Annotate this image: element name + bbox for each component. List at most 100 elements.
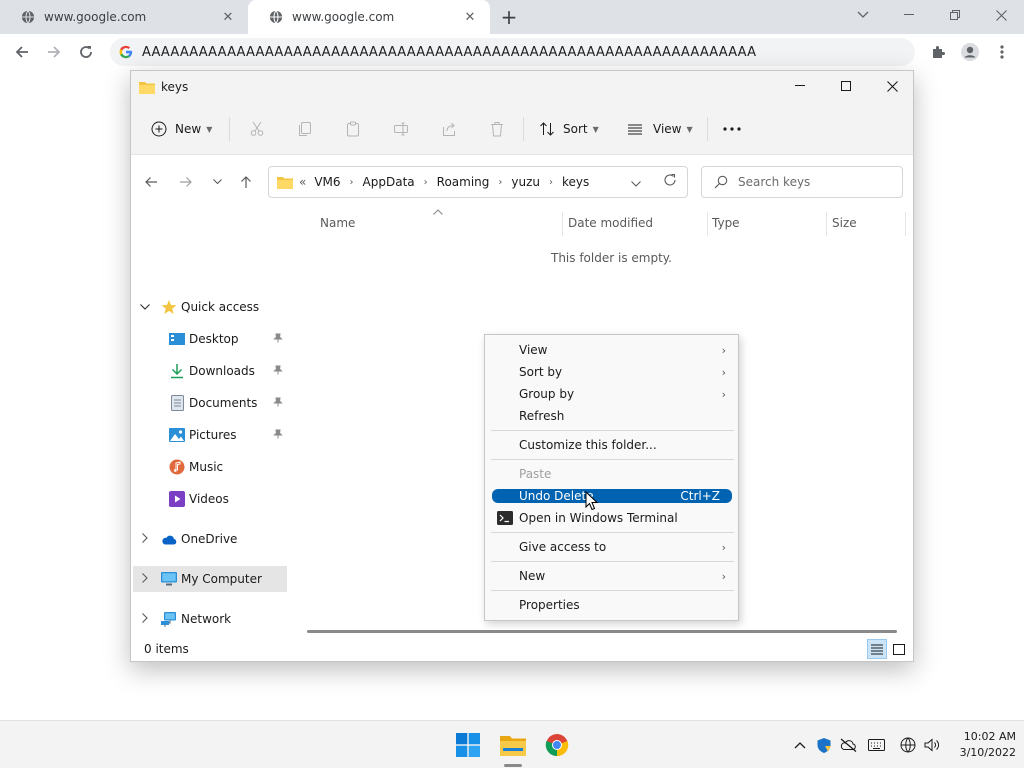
sidebar-item-documents[interactable]: Documents bbox=[131, 390, 291, 416]
keyboard-icon[interactable] bbox=[867, 736, 885, 754]
details-view-icon[interactable] bbox=[867, 639, 887, 659]
column-header-size[interactable]: Size bbox=[832, 216, 857, 230]
cloud-offline-icon[interactable] bbox=[839, 736, 857, 754]
cut-icon[interactable] bbox=[249, 115, 265, 143]
new-tab-button[interactable]: + bbox=[498, 5, 520, 29]
sidebar-item-desktop[interactable]: Desktop bbox=[131, 326, 291, 352]
column-header-type[interactable]: Type bbox=[712, 216, 740, 230]
forward-arrow-icon[interactable] bbox=[41, 39, 67, 65]
menu-item-view[interactable]: View › bbox=[492, 340, 732, 360]
minimize-button[interactable] bbox=[777, 71, 823, 101]
star-icon bbox=[161, 299, 177, 315]
sidebar-item-music[interactable]: Music bbox=[131, 454, 291, 480]
sidebar-item-pictures[interactable]: Pictures bbox=[131, 422, 291, 448]
chevron-right-icon[interactable] bbox=[139, 532, 151, 546]
menu-item-customize-folder[interactable]: Customize this folder... bbox=[492, 435, 732, 455]
large-icons-view-icon[interactable] bbox=[889, 639, 909, 659]
windows-start-icon[interactable] bbox=[452, 729, 484, 761]
search-input[interactable]: Search keys bbox=[701, 166, 903, 198]
system-clock[interactable]: 10:02 AM 3/10/2022 bbox=[946, 729, 1016, 761]
sidebar-item-videos[interactable]: Videos bbox=[131, 486, 291, 512]
breadcrumb-item[interactable]: Roaming bbox=[437, 175, 490, 189]
menu-item-group-by[interactable]: Group by › bbox=[492, 384, 732, 404]
more-options-icon[interactable] bbox=[723, 115, 741, 143]
close-window-button[interactable] bbox=[978, 0, 1024, 30]
restore-button[interactable] bbox=[932, 0, 978, 30]
file-explorer-taskbar-icon[interactable] bbox=[497, 729, 529, 761]
tab-search-icon[interactable] bbox=[840, 0, 886, 30]
menu-item-undo-delete[interactable]: Undo Delete Ctrl+Z bbox=[492, 489, 732, 503]
breadcrumb-item[interactable]: AppData bbox=[363, 175, 415, 189]
chevron-right-icon[interactable] bbox=[139, 612, 151, 626]
address-row: « VM6 › AppData › Roaming › yuzu › keys … bbox=[131, 156, 913, 208]
pin-icon[interactable] bbox=[273, 397, 283, 410]
mouse-cursor-icon bbox=[585, 491, 599, 511]
menu-item-new[interactable]: New › bbox=[492, 566, 732, 586]
sidebar-item-quick-access[interactable]: Quick access bbox=[131, 294, 291, 320]
column-header-date-modified[interactable]: Date modified bbox=[568, 216, 653, 230]
recent-locations-icon[interactable] bbox=[205, 170, 229, 194]
menu-item-properties[interactable]: Properties bbox=[492, 595, 732, 615]
minimize-button[interactable] bbox=[886, 0, 932, 30]
explorer-title-bar[interactable]: keys bbox=[131, 71, 913, 103]
sidebar-item-onedrive[interactable]: OneDrive bbox=[131, 526, 291, 552]
menu-item-sort-by[interactable]: Sort by › bbox=[492, 362, 732, 382]
speaker-icon[interactable] bbox=[923, 736, 941, 754]
breadcrumb-overflow[interactable]: « bbox=[299, 175, 306, 189]
browser-tab-active[interactable]: www.google.com ✕ bbox=[248, 0, 490, 34]
close-icon[interactable]: ✕ bbox=[220, 9, 236, 25]
kebab-menu-icon[interactable] bbox=[989, 39, 1015, 65]
sidebar-item-my-computer[interactable]: My Computer bbox=[133, 566, 287, 592]
clock-date: 3/10/2022 bbox=[959, 746, 1016, 759]
back-arrow-icon[interactable] bbox=[139, 170, 163, 194]
menu-item-open-terminal[interactable]: Open in Windows Terminal bbox=[492, 508, 732, 528]
navigation-pane: Quick access Desktop Downloads Documents… bbox=[131, 208, 291, 633]
back-arrow-icon[interactable] bbox=[9, 39, 35, 65]
forward-arrow-icon[interactable] bbox=[174, 170, 198, 194]
chevron-down-icon[interactable] bbox=[631, 176, 641, 190]
breadcrumb-item[interactable]: yuzu bbox=[511, 175, 540, 189]
refresh-icon[interactable] bbox=[663, 173, 677, 190]
address-bar[interactable]: AAAAAAAAAAAAAAAAAAAAAAAAAAAAAAAAAAAAAAAA… bbox=[110, 38, 915, 66]
delete-icon[interactable] bbox=[489, 115, 505, 143]
menu-item-give-access[interactable]: Give access to › bbox=[492, 537, 732, 557]
up-arrow-icon[interactable] bbox=[234, 170, 258, 194]
globe-network-icon[interactable] bbox=[899, 736, 917, 754]
new-button[interactable]: New ▼ bbox=[151, 115, 212, 143]
pin-icon[interactable] bbox=[273, 365, 283, 378]
view-button[interactable]: View ▼ bbox=[627, 115, 693, 143]
column-header-name[interactable]: Name bbox=[320, 216, 355, 230]
menu-item-refresh[interactable]: Refresh bbox=[492, 406, 732, 426]
breadcrumb[interactable]: « VM6 › AppData › Roaming › yuzu › keys bbox=[268, 166, 688, 198]
close-icon[interactable]: ✕ bbox=[462, 9, 478, 25]
sidebar-item-downloads[interactable]: Downloads bbox=[131, 358, 291, 384]
paste-icon[interactable] bbox=[345, 115, 361, 143]
breadcrumb-item[interactable]: keys bbox=[562, 175, 589, 189]
pin-icon[interactable] bbox=[273, 333, 283, 346]
breadcrumb-item[interactable]: VM6 bbox=[314, 175, 340, 189]
show-hidden-icons-icon[interactable] bbox=[791, 736, 809, 754]
chevron-right-icon[interactable] bbox=[139, 572, 151, 586]
profile-avatar-icon[interactable] bbox=[957, 39, 983, 65]
share-icon[interactable] bbox=[441, 115, 457, 143]
chrome-taskbar-icon[interactable] bbox=[541, 729, 573, 761]
menu-item-paste[interactable]: Paste bbox=[492, 464, 732, 484]
url-text: AAAAAAAAAAAAAAAAAAAAAAAAAAAAAAAAAAAAAAAA… bbox=[142, 44, 757, 60]
sidebar-item-network[interactable]: Network bbox=[131, 606, 291, 632]
security-shield-icon[interactable] bbox=[815, 736, 833, 754]
sort-button[interactable]: Sort ▼ bbox=[539, 115, 599, 143]
reload-icon[interactable] bbox=[73, 39, 99, 65]
browser-toolbar: AAAAAAAAAAAAAAAAAAAAAAAAAAAAAAAAAAAAAAAA… bbox=[0, 34, 1024, 71]
search-placeholder: Search keys bbox=[738, 175, 811, 189]
chevron-down-icon[interactable] bbox=[139, 302, 151, 313]
folder-icon bbox=[277, 177, 293, 189]
extensions-icon[interactable] bbox=[925, 39, 951, 65]
rename-icon[interactable] bbox=[393, 115, 409, 143]
chevron-right-icon: › bbox=[721, 569, 726, 583]
horizontal-scrollbar[interactable] bbox=[307, 630, 897, 633]
copy-icon[interactable] bbox=[297, 115, 313, 143]
pin-icon[interactable] bbox=[273, 429, 283, 442]
maximize-button[interactable] bbox=[823, 71, 869, 101]
browser-tab[interactable]: www.google.com ✕ bbox=[0, 0, 248, 34]
close-window-button[interactable] bbox=[869, 71, 915, 101]
